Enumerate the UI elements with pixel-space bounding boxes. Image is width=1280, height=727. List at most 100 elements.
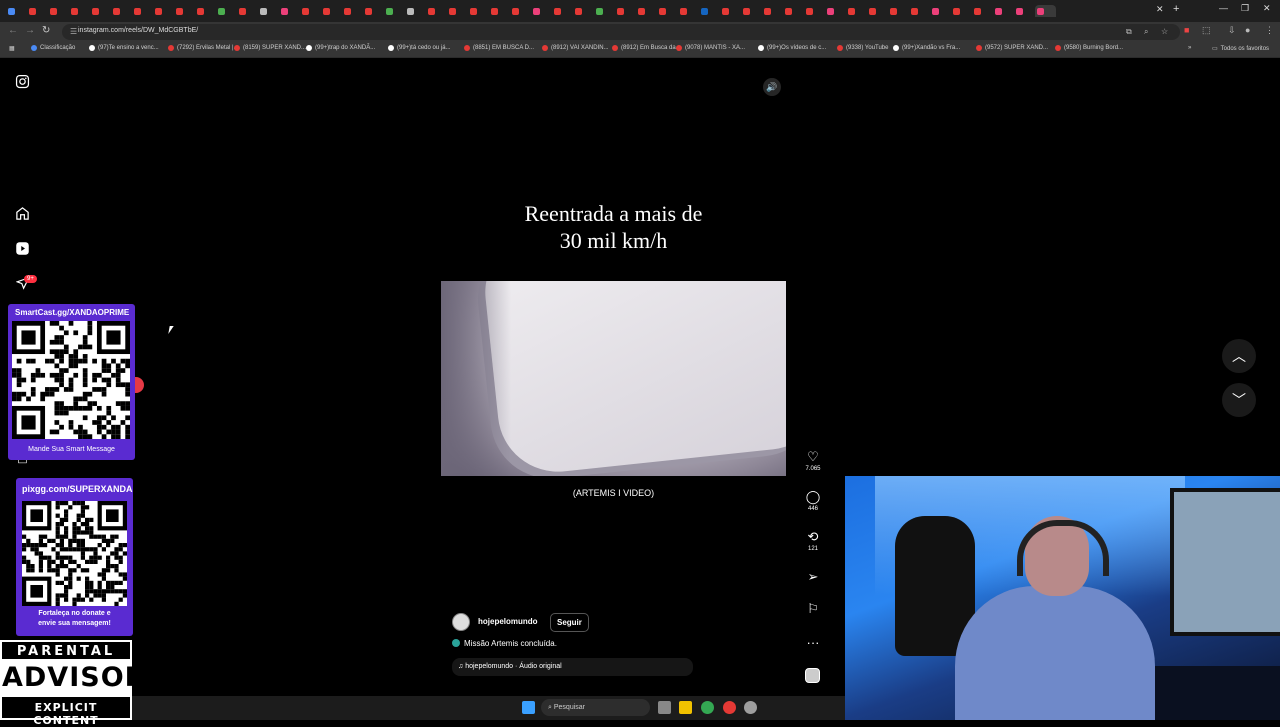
browser-tab[interactable] xyxy=(237,5,258,17)
browser-tab[interactable] xyxy=(846,5,867,17)
browser-tab[interactable] xyxy=(174,5,195,17)
task-view-icon[interactable] xyxy=(658,701,671,714)
all-bookmarks-link[interactable]: ▭ Todos os favoritos xyxy=(1212,45,1269,53)
browser-tab[interactable] xyxy=(951,5,972,17)
close-tab-icon[interactable]: ✕ xyxy=(1156,4,1164,15)
next-reel-button[interactable]: ﹀ xyxy=(1222,383,1256,417)
browser-tab[interactable] xyxy=(783,5,804,17)
browser-tab[interactable] xyxy=(867,5,888,17)
repost-button[interactable]: ⟲ 121 xyxy=(803,530,823,553)
browser-tab[interactable] xyxy=(363,5,384,17)
browser-tab[interactable] xyxy=(195,5,216,17)
install-app-icon[interactable]: ⧉ xyxy=(1126,27,1132,37)
taskbar-search[interactable]: ⌕ Pesquisar xyxy=(541,699,650,716)
reload-icon[interactable]: ↻ xyxy=(42,25,50,36)
windows-start-icon[interactable] xyxy=(522,701,535,714)
reel-description[interactable]: Missão Artemis concluída. xyxy=(452,639,557,648)
browser-tab[interactable] xyxy=(531,5,552,17)
browser-tab[interactable] xyxy=(447,5,468,17)
browser-tab[interactable] xyxy=(657,5,678,17)
browser-tab[interactable] xyxy=(552,5,573,17)
browser-tab[interactable] xyxy=(678,5,699,17)
reel-player[interactable]: 🔊 Reentrada a mais de 30 mil km/h (ARTEM… xyxy=(441,70,786,685)
browser-tab[interactable] xyxy=(930,5,951,17)
audio-track-link[interactable]: ♫ hojepelomundo · Áudio original xyxy=(452,658,693,676)
profile-avatar[interactable]: ● xyxy=(1245,25,1250,35)
comment-button[interactable]: ◯ 446 xyxy=(803,490,823,513)
browser-tab[interactable] xyxy=(699,5,720,17)
bookmark-item[interactable]: (8912) VAI XANDIN... xyxy=(542,45,609,51)
app-icon[interactable] xyxy=(723,701,736,714)
bookmark-item[interactable]: (9338) YouTube xyxy=(837,45,888,51)
extensions-puzzle-icon[interactable]: ⬚ xyxy=(1202,25,1211,36)
bookmark-item[interactable]: (9078) MANTIS - XA... xyxy=(676,45,745,51)
like-button[interactable]: ♡ 7.065 xyxy=(803,450,823,473)
browser-tab[interactable] xyxy=(1014,5,1035,17)
bookmark-item[interactable]: (8851) EM BUSCA D... xyxy=(464,45,534,51)
browser-tab[interactable] xyxy=(741,5,762,17)
browser-tab[interactable] xyxy=(27,5,48,17)
bookmark-item[interactable]: Classificação xyxy=(31,45,75,51)
more-bookmarks-icon[interactable]: » xyxy=(1188,45,1191,51)
browser-tab[interactable] xyxy=(48,5,69,17)
settings-icon[interactable] xyxy=(744,701,757,714)
browser-tab[interactable] xyxy=(342,5,363,17)
browser-tab[interactable] xyxy=(489,5,510,17)
browser-tab[interactable] xyxy=(762,5,783,17)
bookmark-item[interactable]: (99+)Os vídeos de c... xyxy=(758,45,826,51)
browser-tab[interactable] xyxy=(279,5,300,17)
restore-button[interactable]: ❐ xyxy=(1241,3,1249,14)
bookmark-item[interactable]: (8159) SUPER XAND... xyxy=(234,45,306,51)
chrome-icon[interactable] xyxy=(701,701,714,714)
browser-tab[interactable] xyxy=(321,5,342,17)
browser-tab[interactable] xyxy=(69,5,90,17)
browser-tab[interactable] xyxy=(594,5,615,17)
zoom-icon[interactable]: ⌕ xyxy=(1144,27,1148,37)
previous-reel-button[interactable]: ︿ xyxy=(1222,339,1256,373)
bookmark-item[interactable]: (9580) Burning Bord... xyxy=(1055,45,1123,51)
browser-tab[interactable] xyxy=(804,5,825,17)
browser-tab[interactable] xyxy=(888,5,909,17)
sound-toggle-icon[interactable]: 🔊 xyxy=(763,78,781,96)
back-icon[interactable]: ← xyxy=(8,25,18,36)
more-options-button[interactable]: ··· xyxy=(803,636,823,650)
browser-tab[interactable] xyxy=(573,5,594,17)
menu-icon[interactable]: ⋮ xyxy=(1265,25,1274,36)
audio-avatar[interactable] xyxy=(805,668,820,683)
browser-tab[interactable] xyxy=(426,5,447,17)
extension-icon[interactable]: ■ xyxy=(1184,25,1189,35)
reels-icon[interactable] xyxy=(14,241,31,258)
author-name[interactable]: hojepelomundo xyxy=(478,617,538,626)
browser-tab[interactable] xyxy=(258,5,279,17)
browser-tab[interactable] xyxy=(1035,5,1056,17)
browser-tab[interactable] xyxy=(825,5,846,17)
bookmark-item[interactable]: (99+)tá cedo ou já... xyxy=(388,45,451,51)
follow-button[interactable]: Seguir xyxy=(550,613,589,632)
address-bar[interactable]: ☰ instagram.com/reels/DW_MdCGBTbE/ ⧉ ⌕ ☆ xyxy=(62,24,1180,40)
file-explorer-icon[interactable] xyxy=(679,701,692,714)
browser-tab[interactable] xyxy=(468,5,489,17)
browser-tab[interactable] xyxy=(111,5,132,17)
bookmark-item[interactable]: (99+)Xandão vs Fra... xyxy=(893,45,960,51)
share-button[interactable]: ➢ xyxy=(803,570,823,584)
bookmark-item[interactable]: (97)Te ensino a venc... xyxy=(89,45,159,51)
browser-tab[interactable] xyxy=(300,5,321,17)
bookmark-star-icon[interactable]: ☆ xyxy=(1161,27,1168,36)
browser-tab[interactable] xyxy=(405,5,426,17)
site-info-icon[interactable]: ☰ xyxy=(70,27,77,36)
browser-tab[interactable] xyxy=(972,5,993,17)
home-icon[interactable] xyxy=(14,206,31,223)
downloads-icon[interactable]: ⇩ xyxy=(1228,25,1236,36)
bookmark-item[interactable]: (7292) Ervilas Metal |... xyxy=(168,45,239,51)
save-button[interactable]: ⚐ xyxy=(803,602,823,616)
minimize-button[interactable]: — xyxy=(1219,3,1228,13)
browser-tab[interactable] xyxy=(510,5,531,17)
reel-video-frame[interactable] xyxy=(441,281,786,476)
bookmark-item[interactable]: (8912) Em Busca da... xyxy=(612,45,681,51)
browser-tab[interactable] xyxy=(720,5,741,17)
bookmark-item[interactable]: (99+)trap do XANDÃ... xyxy=(306,45,375,51)
browser-tab[interactable] xyxy=(615,5,636,17)
browser-tab[interactable] xyxy=(132,5,153,17)
bookmark-item[interactable]: (9572) SUPER XAND... xyxy=(976,45,1048,51)
new-tab-button[interactable]: + xyxy=(1173,3,1179,15)
